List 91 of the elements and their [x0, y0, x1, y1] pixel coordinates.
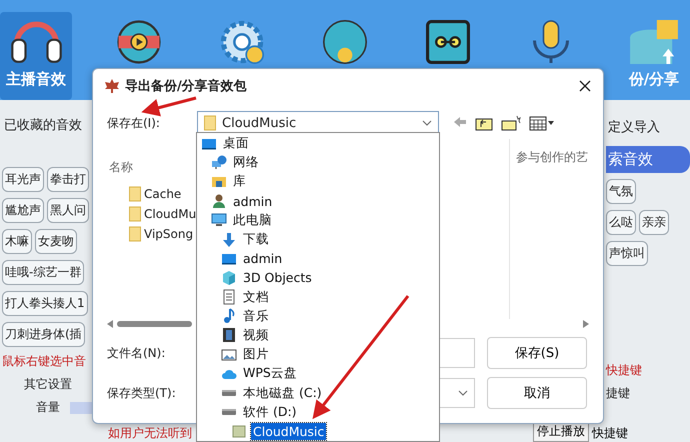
save-button[interactable]: 保存(S) — [487, 337, 587, 369]
location-item[interactable]: 视频 — [241, 326, 271, 345]
close-icon[interactable] — [579, 80, 591, 92]
location-item[interactable]: 软件 (D:) — [241, 402, 299, 422]
maple-leaf-icon — [105, 79, 119, 93]
volume-label: 音量 — [36, 399, 60, 416]
settings-label: 其它设置 — [23, 376, 73, 393]
microphone-icon — [533, 20, 569, 64]
location-item[interactable]: 此电脑 — [231, 210, 274, 230]
sound-chip[interactable]: 尴尬声 — [2, 198, 44, 223]
favorites-tab[interactable]: 已收藏的音效 — [2, 112, 92, 138]
toolbar-tile[interactable]: 主播音效 — [0, 12, 72, 100]
save-in-label: 保存在(I): — [107, 114, 161, 132]
scrollbar-thumb[interactable] — [117, 321, 192, 327]
library-icon — [211, 176, 227, 188]
location-item[interactable]: 下载 — [241, 230, 271, 250]
location-item[interactable]: CloudMusic — [251, 422, 326, 440]
user-icon — [212, 194, 226, 208]
location-item[interactable]: 3D Objects — [241, 269, 314, 286]
hint-text: 如用户无法听到 — [108, 425, 192, 442]
cancel-button[interactable]: 取消 — [487, 377, 587, 409]
folder-icon — [129, 186, 141, 202]
sound-chip[interactable]: 拳击打 — [47, 167, 89, 192]
folder-icon — [129, 206, 141, 222]
column-header: 名称 — [109, 159, 133, 176]
network-icon — [211, 155, 227, 170]
location-item[interactable]: 文档 — [241, 288, 271, 307]
file-name[interactable]: VipSong — [144, 227, 194, 241]
drive-icon — [221, 408, 237, 416]
chevron-down-icon — [458, 390, 468, 396]
volume-slider-fill[interactable] — [70, 402, 92, 414]
hint-text: 鼠标右键选中音 — [2, 353, 87, 370]
dialog-title: 导出备份/分享音效包 — [125, 78, 248, 95]
cassette-icon — [426, 20, 470, 64]
cube-icon — [222, 270, 236, 286]
scroll-right-icon — [583, 320, 589, 328]
sound-chip[interactable]: 气氛 — [606, 179, 636, 204]
desktop-icon — [201, 138, 217, 150]
location-item[interactable]: 音乐 — [241, 306, 271, 326]
sound-chip[interactable]: 女麦吻 — [35, 229, 77, 254]
gear-icon — [220, 20, 264, 64]
download-icon — [222, 232, 236, 248]
sound-chip[interactable]: 木嘛 — [2, 229, 32, 254]
shortcut-hint: 快捷键 — [606, 362, 643, 379]
file-name[interactable]: CloudMu — [144, 207, 196, 221]
picture-icon — [221, 348, 237, 361]
desktop-icon — [221, 252, 237, 265]
round-badge-icon — [323, 20, 367, 64]
sound-chip[interactable]: 声惊叫 — [606, 241, 648, 266]
shortcut-label: 快捷键 — [592, 425, 628, 442]
location-item[interactable]: admin — [231, 192, 274, 210]
document-icon — [223, 289, 235, 306]
view-menu-icon[interactable] — [529, 115, 555, 131]
shortcut-label: 捷键 — [606, 385, 631, 402]
drive-icon — [221, 389, 237, 398]
calendar-database-icon — [630, 20, 678, 64]
video-icon — [222, 327, 236, 344]
panel-tab[interactable]: 索音效 — [606, 146, 690, 173]
sound-chip[interactable]: 黑人问 — [47, 198, 89, 223]
music-icon — [223, 308, 235, 324]
sound-chip[interactable]: 打人拳头揍人1 — [2, 291, 88, 316]
location-item[interactable]: 网络 — [231, 153, 261, 172]
sound-chip[interactable]: 刀刺进身体(插 — [2, 322, 85, 347]
sound-chip[interactable]: 亲亲 — [639, 210, 669, 235]
location-item[interactable]: 桌面 — [221, 134, 251, 154]
sound-chip[interactable]: 耳光声 — [2, 167, 44, 192]
sound-chip[interactable]: 哇哦-综艺一群 — [2, 260, 84, 285]
location-item[interactable]: WPS云盘 — [241, 364, 299, 384]
file-name-label: 文件名(N): — [107, 344, 166, 362]
computer-icon — [211, 213, 227, 228]
toolbar-label: 主播音效 — [6, 70, 66, 89]
new-folder-icon[interactable] — [501, 115, 521, 131]
play-disc-icon — [117, 20, 161, 64]
headphones-icon — [10, 20, 62, 64]
folder-icon — [232, 424, 246, 438]
sound-chip[interactable]: 么哒 — [606, 210, 636, 235]
annotation-arrow — [141, 96, 196, 116]
folder-icon — [129, 226, 141, 242]
chevron-down-icon — [422, 120, 432, 126]
location-item[interactable]: 库 — [231, 172, 248, 192]
panel-tab[interactable]: 定义导入 — [606, 114, 690, 140]
location-item[interactable]: 图片 — [241, 345, 271, 364]
toolbar-label: 份/分享 — [628, 70, 680, 89]
location-item[interactable]: admin — [241, 250, 284, 268]
scroll-left-icon — [107, 320, 113, 328]
cloud-icon — [221, 368, 237, 380]
column-header: 参与创作的艺 — [516, 150, 588, 164]
folder-icon — [204, 115, 216, 131]
file-name[interactable]: Cache — [144, 187, 182, 201]
location-item[interactable]: 本地磁盘 (C:) — [241, 384, 324, 403]
file-type-label: 保存类型(T): — [107, 384, 177, 402]
